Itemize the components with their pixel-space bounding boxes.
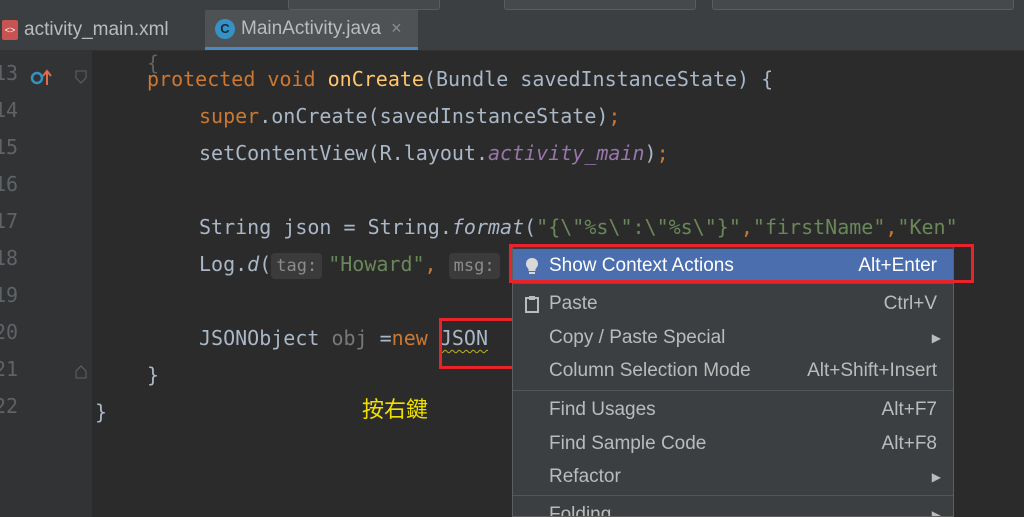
menu-item-shortcut: Alt+Enter <box>858 254 937 276</box>
line-number: 22 <box>0 394 19 418</box>
parameter-hint: msg: <box>448 253 500 279</box>
override-method-icon[interactable] <box>30 68 54 88</box>
close-tab-icon[interactable]: × <box>391 18 402 39</box>
menu-item-label: Find Usages <box>549 398 656 420</box>
menu-item-label: Find Sample Code <box>549 432 707 454</box>
code-text: ( <box>524 215 537 239</box>
menu-item-show-context-actions[interactable]: Show Context Actions Alt+Enter <box>513 249 953 282</box>
tab-mainactivity-java[interactable]: C MainActivity.java × <box>205 10 418 50</box>
menu-item-shortcut: Alt+Shift+Insert <box>807 359 937 381</box>
code-line-17[interactable]: String json = String.format("{\"%s\":\"%… <box>199 209 958 246</box>
line-number: 15 <box>0 135 19 159</box>
lightbulb-icon <box>522 256 542 276</box>
xml-file-icon: <> <box>2 20 18 40</box>
code-text: ) <box>644 141 657 165</box>
code-line-21[interactable]: } <box>147 357 159 394</box>
tab-activity-main-xml[interactable]: <> activity_main.xml <box>0 10 200 50</box>
line-number: 20 <box>0 320 19 344</box>
submenu-arrow-icon: ▶ <box>931 330 941 345</box>
keyword: super <box>199 104 260 128</box>
code-text: .onCreate(savedInstanceState) <box>259 104 609 128</box>
string-literal: "firstName" <box>752 215 886 239</box>
menu-item-label: Paste <box>549 292 598 314</box>
keyword: new <box>391 326 428 350</box>
menu-item-shortcut: Alt+F8 <box>881 432 937 454</box>
menu-item-shortcut: Ctrl+V <box>883 292 937 314</box>
code-text: JSONObject <box>199 326 332 350</box>
menu-item-refactor[interactable]: Refactor ▶ <box>513 460 953 493</box>
toolbar-combo[interactable] <box>712 0 1014 10</box>
string-literal: "Ken" <box>897 215 958 239</box>
fold-collapse-icon[interactable] <box>75 70 87 84</box>
code-line-22[interactable]: } <box>95 394 107 431</box>
menu-item-label: Refactor <box>549 465 621 487</box>
menu-item-find-usages[interactable]: Find Usages Alt+F7 <box>513 393 953 426</box>
editor-gutter: 13 14 15 16 17 18 19 20 21 22 <box>0 51 92 517</box>
menu-item-shortcut: Alt+F7 <box>881 398 937 420</box>
keyword: protected <box>147 67 256 91</box>
line-number: 21 <box>0 357 19 381</box>
menu-item-label: Show Context Actions <box>549 254 734 276</box>
comma: , <box>424 252 437 276</box>
menu-item-label: Folding <box>549 503 612 517</box>
menu-item-folding[interactable]: Folding ▶ <box>513 498 953 517</box>
clipboard-icon <box>522 294 542 314</box>
keyword: void <box>267 67 316 91</box>
menu-item-column-selection-mode[interactable]: Column Selection Mode Alt+Shift+Insert <box>513 354 953 387</box>
code-line-15[interactable]: setContentView(R.layout.activity_main); <box>199 135 669 172</box>
menu-item-label: Copy / Paste Special <box>549 326 726 348</box>
comma: , <box>740 215 753 239</box>
semicolon: ; <box>608 104 621 128</box>
menu-separator <box>513 495 953 496</box>
code-line-20[interactable]: JSONObject obj =new JSON <box>199 320 488 357</box>
tab-label: activity_main.xml <box>24 19 169 40</box>
string-literal: "Howard" <box>328 252 425 276</box>
submenu-arrow-icon: ▶ <box>931 507 941 517</box>
string-literal: "{\"%s\":\"%s\"}" <box>536 215 741 239</box>
comma: , <box>885 215 898 239</box>
annotation-label: 按右鍵 <box>362 398 429 423</box>
code-text: = <box>367 326 392 350</box>
menu-item-paste[interactable]: Paste Ctrl+V <box>513 287 953 320</box>
java-class-icon: C <box>215 18 235 39</box>
fold-expand-icon[interactable] <box>75 365 87 379</box>
code-text: setContentView(R.layout. <box>199 141 488 165</box>
method-name: d <box>247 252 260 276</box>
variable-name: obj <box>331 326 368 350</box>
code-text: Log. <box>199 252 248 276</box>
line-number: 16 <box>0 172 19 196</box>
line-number: 18 <box>0 246 19 270</box>
method-name: format <box>451 215 525 239</box>
line-number: 14 <box>0 98 19 122</box>
context-menu: Show Context Actions Alt+Enter Paste Ctr… <box>512 245 954 517</box>
line-number: 19 <box>0 283 19 307</box>
code-line-14[interactable]: super.onCreate(savedInstanceState); <box>199 98 620 135</box>
toolbar-combo[interactable] <box>288 0 440 10</box>
parameter-hint: tag: <box>271 253 323 279</box>
method-name: onCreate <box>327 67 424 91</box>
menu-separator <box>513 390 953 391</box>
menu-separator <box>513 283 953 284</box>
menu-item-label: Column Selection Mode <box>549 359 751 381</box>
tab-label: MainActivity.java <box>241 17 382 39</box>
code-text: String json = String. <box>199 215 452 239</box>
line-number: 17 <box>0 209 19 233</box>
field-name: activity_main <box>487 141 645 165</box>
code-line-13[interactable]: protected void onCreate(Bundle savedInst… <box>147 61 773 98</box>
code-text: (Bundle savedInstanceState) { <box>423 67 774 91</box>
toolbar-combo[interactable] <box>504 0 696 10</box>
menu-item-copy-paste-special[interactable]: Copy / Paste Special ▶ <box>513 321 953 354</box>
menu-item-find-sample-code[interactable]: Find Sample Code Alt+F8 <box>513 427 953 460</box>
unresolved-class-name[interactable]: JSON <box>440 326 488 350</box>
code-text: ( <box>259 252 272 276</box>
submenu-arrow-icon: ▶ <box>931 469 941 484</box>
semicolon: ; <box>656 141 669 165</box>
code-line-18[interactable]: Log.d(tag: "Howard", msg: <box>199 246 506 283</box>
line-number: 13 <box>0 61 19 85</box>
